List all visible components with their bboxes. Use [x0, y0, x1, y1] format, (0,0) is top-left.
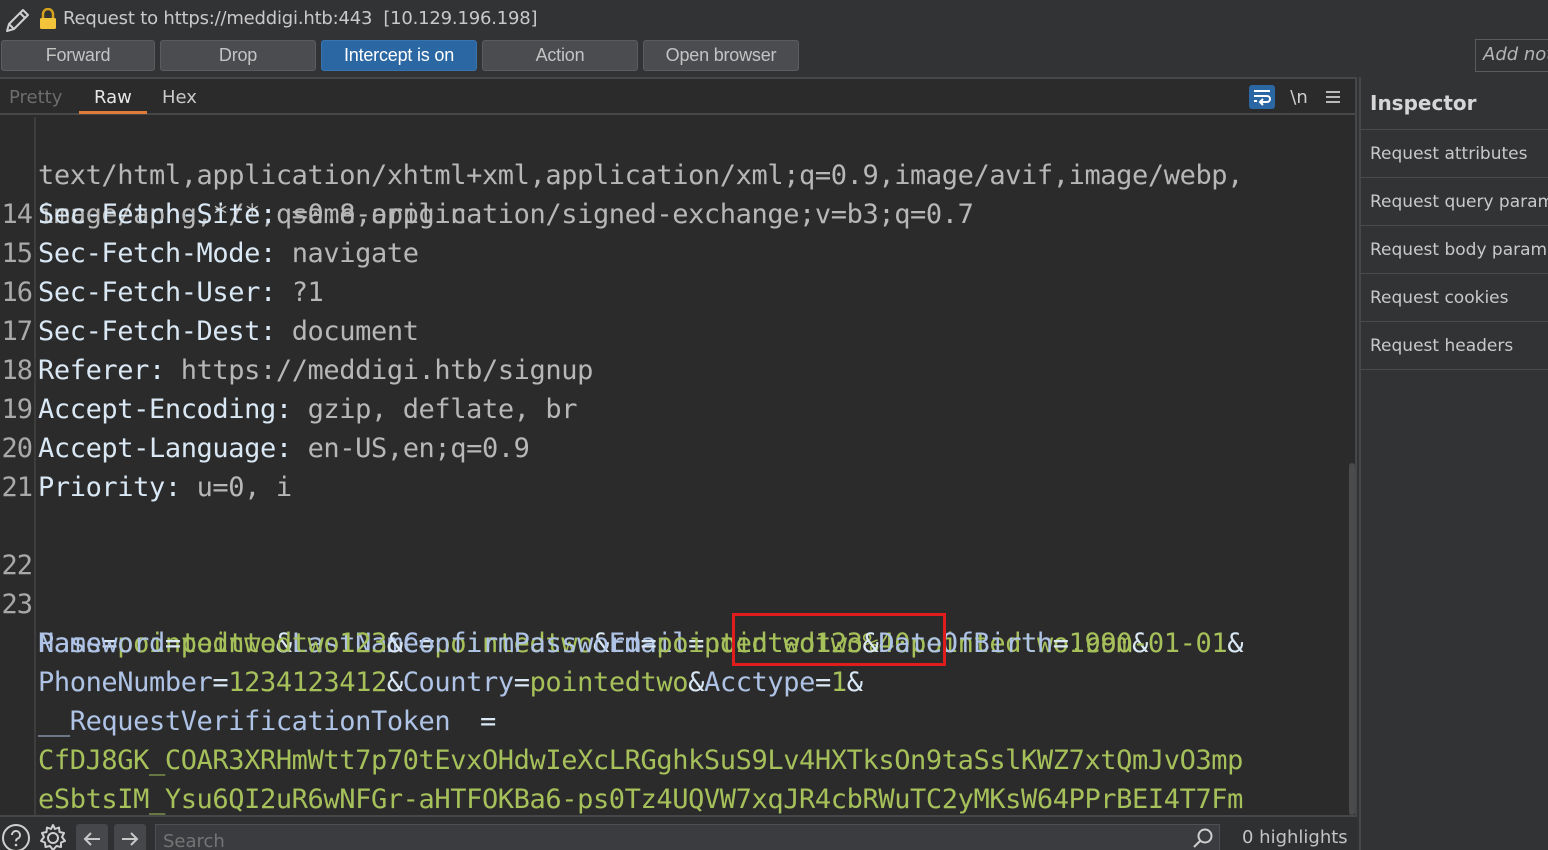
line-number: 17 — [1, 316, 33, 347]
header-key: Sec-Fetch-User — [38, 277, 260, 308]
inspector-item-body-parameters[interactable]: Request body parameters — [1361, 225, 1548, 273]
header-key: Referer — [38, 355, 149, 386]
help-icon[interactable] — [1, 822, 31, 850]
code-line: image/apng,*/*;q=0.8,application/signed-… — [0, 156, 1345, 230]
header-key: Sec-Fetch-Mode — [38, 238, 260, 269]
tab-pretty[interactable]: Pretty — [9, 87, 62, 108]
header-text: Sec-Fetch-User: ?1 — [38, 277, 324, 308]
header-key: Sec-Fetch-Dest — [38, 316, 260, 347]
hamburger-menu-icon[interactable] — [1322, 85, 1344, 109]
forward-arrow-icon — [122, 832, 139, 846]
header-value: en-US,en;q=0.9 — [307, 433, 530, 464]
line-number: 20 — [1, 433, 33, 464]
raw-request-text[interactable]: text/html,application/xhtml+xml,applicat… — [0, 117, 1345, 817]
header-value: u=0, i — [196, 472, 293, 503]
inspector-item-query-parameters[interactable]: Request query parameters — [1361, 177, 1548, 225]
code-line: 22 — [0, 507, 1345, 581]
code-line: Password=pointedtwo123&ConfirmPassword=p… — [0, 585, 1345, 659]
highlights-count: 0 highlights — [1242, 827, 1348, 848]
action-button[interactable]: Action — [482, 40, 638, 71]
header-key: Accept-Language — [38, 433, 276, 464]
header-line: 19 Accept-Encoding: gzip, deflate, br — [0, 390, 1345, 429]
header-text: Sec-Fetch-Mode: navigate — [38, 238, 419, 269]
pencil-icon[interactable] — [2, 6, 32, 36]
header-value: https://meddigi.htb/signup — [180, 355, 594, 386]
tab-raw[interactable]: Raw — [94, 87, 132, 108]
line-number: 18 — [1, 355, 33, 386]
back-arrow-icon — [83, 832, 100, 846]
inspector-item-cookies[interactable]: Request cookies — [1361, 273, 1548, 321]
window-title: Request to https://meddigi.htb:443 [10.1… — [63, 8, 538, 29]
code-line: text/html,application/xhtml+xml,applicat… — [0, 117, 1345, 191]
code-line: CfDJ8GK_COAR3XRHmWtt7p70tEvxOHdwIeXcLRGg… — [0, 702, 1345, 776]
drop-button[interactable]: Drop — [160, 40, 316, 71]
code-line: eSbtsIM_Ysu6QI2uR6wNFGr-aHTFOKBa6-ps0Tz4… — [0, 741, 1345, 815]
code-line: __RequestVerificationToken = — [0, 663, 1345, 737]
line-number: 14 — [1, 199, 33, 230]
add-notes-input[interactable]: Add notes — [1475, 39, 1548, 72]
header-line: 14 Sec-Fetch-Site: same-origin — [0, 195, 1345, 234]
intercept-toggle-button[interactable]: Intercept is on — [321, 40, 477, 71]
header-key: Sec-Fetch-Site — [38, 199, 260, 230]
next-match-button[interactable] — [114, 824, 146, 850]
open-browser-button[interactable]: Open browser — [643, 40, 799, 71]
header-line: 20 Accept-Language: en-US,en;q=0.9 — [0, 429, 1345, 468]
header-text: Sec-Fetch-Site: same-origin — [38, 199, 467, 230]
line-number: 19 — [1, 394, 33, 425]
header-value: document — [291, 316, 419, 347]
title-bar: Request to https://meddigi.htb:443 [10.1… — [0, 0, 1548, 40]
search-bar: 0 highlights — [0, 815, 1357, 850]
inspector-item-request-attributes[interactable]: Request attributes — [1361, 129, 1548, 177]
editor-tabs: Pretty Raw Hex \n — [0, 79, 1355, 115]
request-editor: Pretty Raw Hex \n text/html,application/… — [0, 77, 1357, 850]
header-value: ?1 — [291, 277, 324, 308]
search-input[interactable] — [155, 824, 1220, 850]
header-text: Sec-Fetch-Dest: document — [38, 316, 419, 347]
line-number: 16 — [1, 277, 33, 308]
header-line: 18 Referer: https://meddigi.htb/signup — [0, 351, 1345, 390]
line-number: 15 — [1, 238, 33, 269]
settings-icon[interactable] — [38, 822, 68, 850]
inspector-divider — [1361, 369, 1548, 370]
header-value: navigate — [291, 238, 419, 269]
forward-button[interactable]: Forward — [1, 40, 155, 71]
search-icon[interactable] — [1192, 827, 1214, 849]
vertical-scrollbar[interactable] — [1349, 463, 1355, 815]
code-line: vxw — [0, 780, 1345, 817]
lock-icon — [40, 8, 56, 29]
code-line: 23 Name=pointedtwo&LastName=pointedtwo&E… — [0, 546, 1345, 659]
inspector-title: Inspector — [1370, 91, 1477, 115]
line-number: 21 — [1, 472, 33, 503]
header-text: Accept-Encoding: gzip, deflate, br — [38, 394, 578, 425]
word-wrap-icon[interactable] — [1249, 85, 1275, 109]
header-line: 21 Priority: u=0, i — [0, 468, 1345, 507]
header-value: gzip, deflate, br — [307, 394, 578, 425]
header-line: 15 Sec-Fetch-Mode: navigate — [0, 234, 1345, 273]
header-line: 17 Sec-Fetch-Dest: document — [0, 312, 1345, 351]
header-line: 16 Sec-Fetch-User: ?1 — [0, 273, 1345, 312]
header-key: Priority — [38, 472, 165, 503]
header-text: Referer: https://meddigi.htb/signup — [38, 355, 594, 386]
header-text: Priority: u=0, i — [38, 472, 293, 503]
inspector-panel: Inspector Request attributes Request que… — [1359, 77, 1548, 850]
header-key: Accept-Encoding — [38, 394, 276, 425]
active-tab-indicator — [79, 111, 147, 114]
newline-toggle[interactable]: \n — [1288, 85, 1310, 109]
header-text: Accept-Language: en-US,en;q=0.9 — [38, 433, 530, 464]
code-line: PhoneNumber=1234123412&Country=pointedtw… — [0, 624, 1345, 698]
tab-hex[interactable]: Hex — [162, 87, 197, 108]
inspector-item-headers[interactable]: Request headers — [1361, 321, 1548, 369]
header-value: same-origin — [291, 199, 467, 230]
previous-match-button[interactable] — [76, 824, 108, 850]
